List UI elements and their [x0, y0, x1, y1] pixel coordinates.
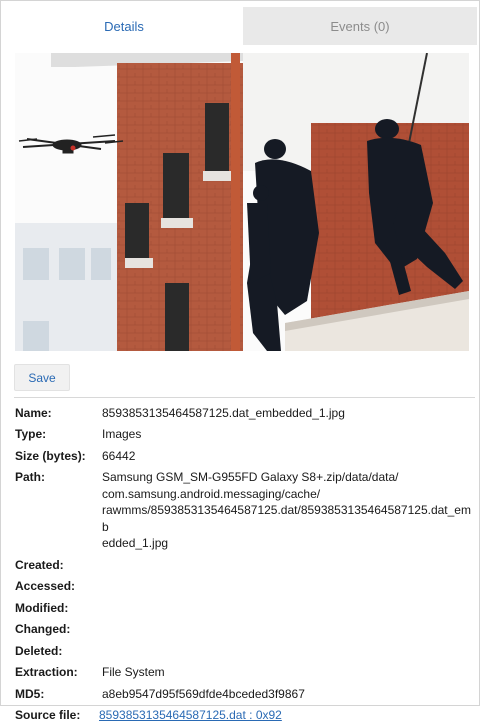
tab-bar: Details Events (0): [7, 7, 477, 45]
image-preview: [15, 53, 469, 351]
property-row-created: Created:: [15, 554, 475, 576]
tab-details[interactable]: Details: [7, 7, 241, 45]
property-row-name: Name: 8593853135464587125.dat_embedded_1…: [15, 402, 475, 424]
property-row-deleted: Deleted:: [15, 640, 475, 662]
save-button[interactable]: Save: [14, 364, 70, 391]
details-panel: Details Events (0): [0, 0, 480, 706]
property-row-modified: Modified:: [15, 597, 475, 619]
property-label: Path:: [15, 469, 102, 552]
property-value: Images: [102, 426, 475, 443]
property-label: Size (bytes):: [15, 448, 102, 465]
property-label: Source file:: [15, 707, 102, 724]
divider: [14, 397, 475, 398]
property-value: a8eb9547d95f569dfde4bceded3f9867: [102, 686, 475, 703]
property-value: Samsung GSM_SM-G955FD Galaxy S8+.zip/dat…: [102, 469, 475, 552]
property-label: MD5:: [15, 686, 102, 703]
property-value: [102, 600, 475, 617]
property-value: File System: [102, 664, 475, 681]
properties-list: Name: 8593853135464587125.dat_embedded_1…: [15, 402, 475, 726]
property-row-md5: MD5: a8eb9547d95f569dfde4bceded3f9867: [15, 683, 475, 705]
photo-image: [15, 53, 469, 351]
property-value: [102, 578, 475, 595]
property-value: 8593853135464587125.dat_embedded_1.jpg: [102, 405, 475, 422]
property-row-accessed: Accessed:: [15, 576, 475, 598]
property-value: [102, 643, 475, 660]
property-value: [102, 557, 475, 574]
property-label: Type:: [15, 426, 102, 443]
property-row-type: Type: Images: [15, 424, 475, 446]
property-label: Accessed:: [15, 578, 102, 595]
property-row-changed: Changed:: [15, 619, 475, 641]
property-label: Deleted:: [15, 643, 102, 660]
property-row-size: Size (bytes): 66442: [15, 445, 475, 467]
source-file-link[interactable]: 8593853135464587125.dat : 0x92: [99, 708, 282, 722]
tab-events[interactable]: Events (0): [241, 7, 477, 45]
property-row-source-file: Source file: 8593853135464587125.dat : 0…: [15, 705, 475, 726]
property-value: 66442: [102, 448, 475, 465]
property-label: Changed:: [15, 621, 102, 638]
property-row-path: Path: Samsung GSM_SM-G955FD Galaxy S8+.z…: [15, 467, 475, 555]
property-label: Extraction:: [15, 664, 102, 681]
property-label: Name:: [15, 405, 102, 422]
property-row-extraction: Extraction: File System: [15, 662, 475, 684]
property-label: Modified:: [15, 600, 102, 617]
property-value: [102, 621, 475, 638]
property-label: Created:: [15, 557, 102, 574]
